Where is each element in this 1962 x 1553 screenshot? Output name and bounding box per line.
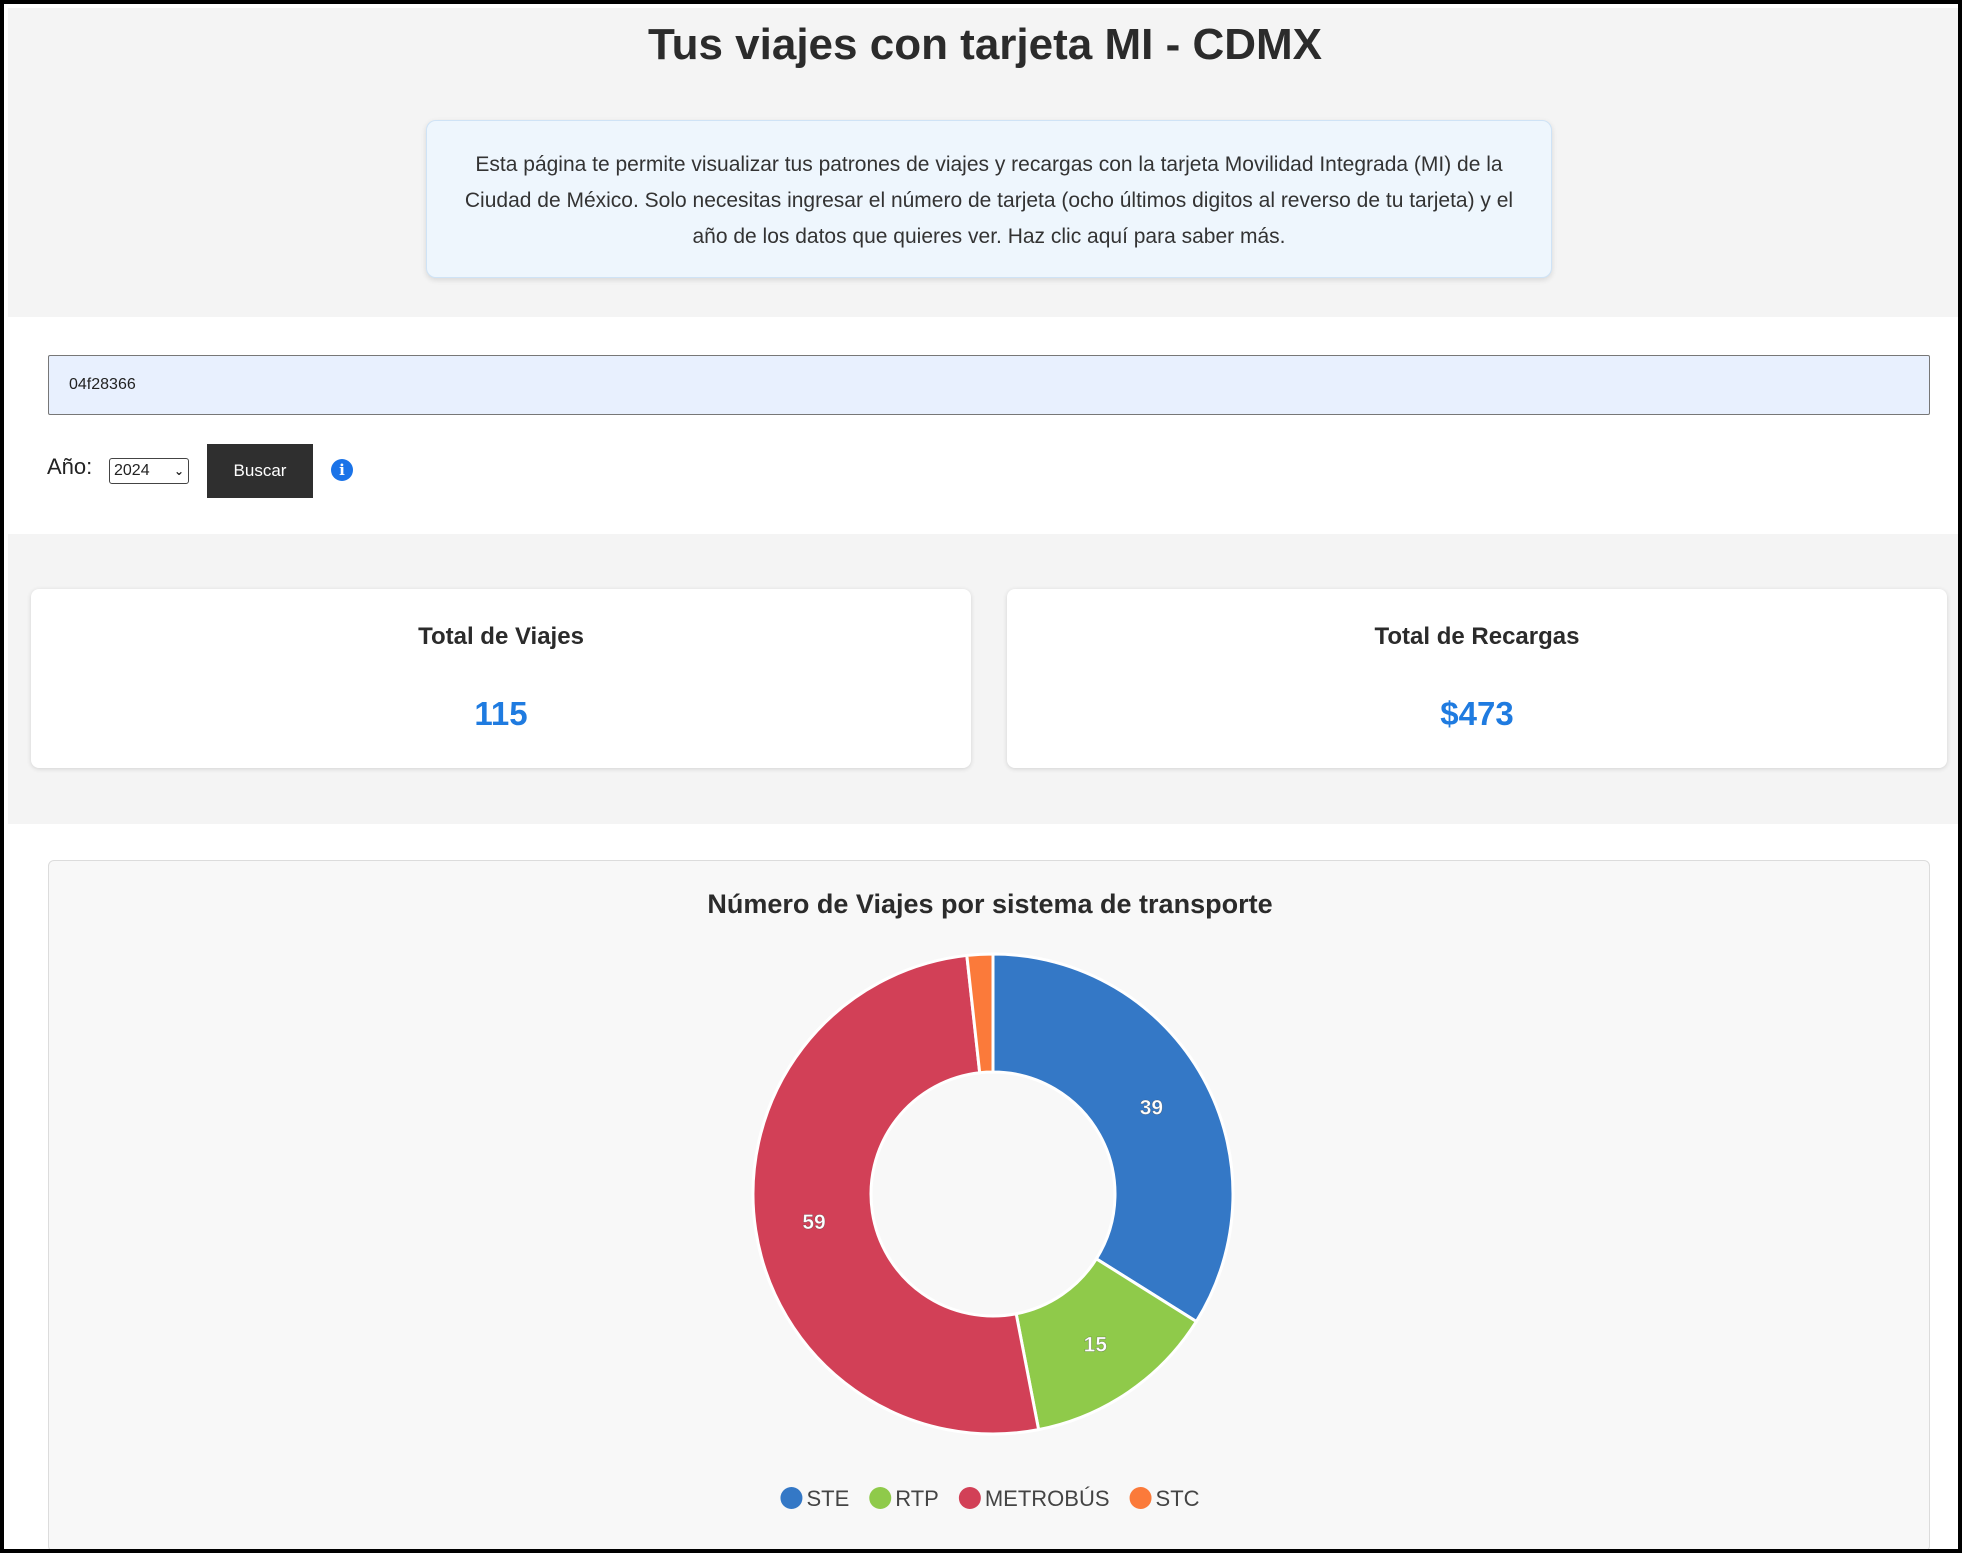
total-trips-value: 115 (474, 695, 528, 732)
slice-ste[interactable] (991, 952, 1235, 1324)
chart-title: Número de Viajes por sistema de transpor… (707, 889, 1272, 919)
year-label: Año: (47, 454, 93, 479)
legend-label-metrobús[interactable]: METROBÚS (985, 1486, 1110, 1511)
info-circle-icon[interactable]: i (331, 459, 353, 481)
card-number-input[interactable] (48, 355, 1930, 415)
year-select-value: 2024 (114, 462, 150, 479)
data-label-ste: 39 (1140, 1096, 1163, 1119)
search-section (8, 317, 1958, 534)
data-label-rtp: 15 (1084, 1333, 1108, 1356)
legend-swatch-ste[interactable] (780, 1487, 803, 1509)
chart-slices (751, 952, 1235, 1436)
legend-label-stc[interactable]: STC (1156, 1486, 1200, 1511)
chart-card: Número de Viajes por sistema de transpor… (48, 860, 1930, 1549)
search-button[interactable]: Buscar (207, 444, 313, 498)
total-recharges-title: Total de Recargas (1374, 623, 1580, 650)
total-trips-title: Total de Viajes (418, 623, 584, 650)
data-label-metrobús: 59 (802, 1211, 825, 1234)
legend-label-ste[interactable]: STE (806, 1486, 849, 1511)
total-recharges-value: $473 (1440, 695, 1514, 732)
page-frame: Tus viajes con tarjeta MI - CDMX Esta pá… (0, 0, 1962, 1553)
chart-legend: STE RTP METROBÚS STC (780, 1486, 1200, 1511)
legend-label-rtp[interactable]: RTP (895, 1486, 939, 1511)
total-recharges-card: Total de Recargas $473 (1007, 589, 1947, 768)
total-trips-card: Total de Viajes 115 (31, 589, 971, 768)
page-title: Tus viajes con tarjeta MI - CDMX (647, 20, 1322, 69)
legend-swatch-stc[interactable] (1129, 1487, 1152, 1509)
year-select[interactable]: 2024 ⌄ (109, 458, 189, 484)
legend-swatch-rtp[interactable] (869, 1487, 892, 1509)
description-text: Esta página te permite visualizar tus pa… (464, 153, 1514, 248)
trips-by-system-chart: Número de Viajes por sistema de transpor… (707, 889, 1272, 1511)
legend-swatch-metrobús[interactable] (958, 1487, 981, 1509)
description-box[interactable]: Esta página te permite visualizar tus pa… (426, 120, 1552, 278)
chevron-down-icon: ⌄ (173, 464, 184, 478)
